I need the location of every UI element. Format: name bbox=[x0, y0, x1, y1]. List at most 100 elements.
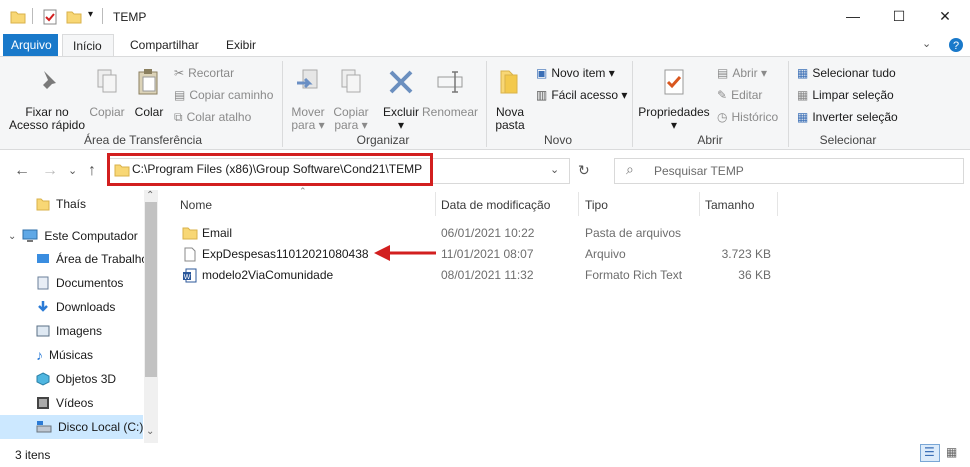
open-label: Abrir ▾ bbox=[732, 66, 768, 80]
refresh-icon[interactable]: ↻ bbox=[578, 162, 590, 179]
column-divider[interactable] bbox=[777, 192, 778, 216]
address-row: ← → ⌄ ↑ C:\Program Files (x86)\Group Sof… bbox=[0, 150, 970, 190]
recent-dropdown-icon[interactable]: ⌄ bbox=[68, 164, 77, 177]
copy-path-button[interactable]: ▤ Copiar caminho bbox=[174, 85, 273, 105]
properties-label: Propriedades ▾ bbox=[638, 105, 710, 132]
scroll-down-icon[interactable]: ⌄ bbox=[146, 426, 154, 437]
copy-to-button[interactable]: Copiar para ▾ bbox=[330, 67, 372, 132]
annotation-arrow bbox=[374, 245, 436, 261]
new-item-button[interactable]: ▣ Novo item ▾ bbox=[536, 63, 615, 83]
paste-button[interactable]: Colar bbox=[130, 67, 168, 119]
address-highlight-box bbox=[107, 153, 433, 186]
copy-button[interactable]: Copiar bbox=[88, 67, 126, 119]
select-none-button[interactable]: ▦ Limpar seleção bbox=[797, 85, 894, 105]
column-divider[interactable] bbox=[699, 192, 700, 216]
new-folder-icon bbox=[500, 70, 518, 94]
group-label-clipboard: Área de Transferência bbox=[83, 133, 203, 147]
up-arrow-icon[interactable]: ↑ bbox=[88, 162, 96, 180]
divider bbox=[102, 8, 103, 24]
invert-selection-icon: ▦ bbox=[797, 110, 809, 124]
nav-item-thais[interactable]: Thaís bbox=[36, 192, 86, 216]
maximize-button[interactable]: ☐ bbox=[876, 0, 922, 32]
large-icons-view-icon[interactable]: ▦ bbox=[946, 445, 957, 459]
cut-button[interactable]: ✂ Recortar bbox=[174, 63, 234, 83]
address-dropdown-icon[interactable]: ⌄ bbox=[550, 163, 559, 176]
column-header-name[interactable]: Nome bbox=[180, 198, 212, 212]
move-to-label: Mover para ▾ bbox=[291, 105, 325, 132]
column-divider[interactable] bbox=[578, 192, 579, 216]
properties-button[interactable]: Propriedades ▾ bbox=[636, 67, 712, 132]
svg-text:W: W bbox=[184, 274, 191, 281]
group-divider bbox=[282, 61, 283, 147]
paste-shortcut-button[interactable]: ⧉ Colar atalho bbox=[174, 107, 251, 127]
forward-arrow-icon[interactable]: → bbox=[42, 162, 58, 180]
nav-item-disco-local[interactable]: Disco Local (C:) bbox=[36, 415, 143, 439]
open-button[interactable]: ▤ Abrir ▾ bbox=[717, 63, 767, 83]
column-header-type[interactable]: Tipo bbox=[585, 198, 608, 212]
file-row[interactable]: Email 06/01/2021 10:22 Pasta de arquivos bbox=[0, 226, 970, 247]
delete-button[interactable]: Excluir ▾ bbox=[380, 67, 422, 132]
copy-path-label: Copiar caminho bbox=[189, 88, 274, 102]
nav-label: Disco Local (C:) bbox=[58, 420, 144, 434]
copy-to-label: Copiar para ▾ bbox=[333, 105, 369, 132]
objects3d-icon bbox=[36, 372, 50, 386]
file-row[interactable]: ExpDespesas11012021080438 11/01/2021 08:… bbox=[0, 247, 970, 268]
help-icon[interactable]: ? bbox=[948, 37, 964, 53]
select-all-button[interactable]: ▦ Selecionar tudo bbox=[797, 63, 896, 83]
collapse-ribbon-icon[interactable]: ⌄ bbox=[922, 37, 931, 50]
nav-label: Imagens bbox=[56, 324, 103, 338]
file-type: Pasta de arquivos bbox=[585, 226, 682, 240]
open-icon: ▤ bbox=[717, 66, 729, 80]
new-folder-label: Nova pasta bbox=[495, 105, 525, 132]
scissors-icon: ✂ bbox=[174, 66, 185, 80]
file-name: Email bbox=[202, 226, 233, 240]
nav-item-videos[interactable]: Vídeos bbox=[36, 391, 93, 415]
folder-icon bbox=[10, 11, 26, 24]
new-item-label: Novo item ▾ bbox=[551, 66, 615, 80]
group-label-organize: Organizar bbox=[356, 133, 410, 147]
svg-text:?: ? bbox=[953, 40, 959, 52]
column-header-date[interactable]: Data de modificação bbox=[441, 198, 550, 212]
rename-button[interactable]: Renomear bbox=[422, 67, 478, 119]
edit-button[interactable]: ✎ Editar bbox=[717, 85, 762, 105]
history-button[interactable]: ◷ Histórico bbox=[717, 107, 778, 127]
tab-arquivo[interactable]: Arquivo bbox=[3, 34, 58, 56]
column-header-size[interactable]: Tamanho bbox=[705, 198, 754, 212]
videos-icon bbox=[37, 397, 49, 409]
group-divider bbox=[486, 61, 487, 147]
close-button[interactable]: ✕ bbox=[922, 0, 968, 32]
select-all-label: Selecionar tudo bbox=[812, 66, 896, 80]
back-arrow-icon[interactable]: ← bbox=[14, 162, 30, 180]
column-divider[interactable] bbox=[435, 192, 436, 216]
group-label-open: Abrir bbox=[697, 133, 723, 147]
properties-icon[interactable] bbox=[42, 9, 58, 25]
divider bbox=[32, 8, 33, 24]
new-folder-button[interactable]: Nova pasta bbox=[490, 67, 530, 132]
nav-item-imagens[interactable]: Imagens bbox=[36, 319, 102, 343]
easy-access-button[interactable]: ▥ Fácil acesso ▾ bbox=[536, 85, 627, 105]
group-divider bbox=[788, 61, 789, 147]
pictures-icon bbox=[36, 325, 50, 337]
new-folder-icon[interactable] bbox=[66, 9, 82, 25]
tab-inicio[interactable]: Início bbox=[62, 34, 114, 57]
nav-item-downloads[interactable]: Downloads bbox=[36, 295, 115, 319]
folder-icon bbox=[182, 227, 198, 240]
copy-path-icon: ▤ bbox=[174, 88, 186, 102]
file-row[interactable]: W modelo2ViaComunidade 08/01/2021 11:32 … bbox=[0, 268, 970, 289]
scroll-up-icon[interactable]: ⌃ bbox=[146, 190, 154, 201]
minimize-button[interactable]: — bbox=[830, 0, 876, 32]
history-label: Histórico bbox=[731, 110, 779, 124]
nav-item-musicas[interactable]: ♪ Músicas bbox=[36, 343, 93, 367]
paste-shortcut-label: Colar atalho bbox=[186, 110, 252, 124]
tab-compartilhar[interactable]: Compartilhar bbox=[120, 34, 209, 56]
move-to-button[interactable]: Mover para ▾ bbox=[288, 67, 328, 132]
quick-access-dropdown[interactable]: ▾ bbox=[88, 9, 93, 20]
file-date: 06/01/2021 10:22 bbox=[441, 226, 535, 240]
pin-quick-access-button[interactable]: Fixar no Acesso rápido bbox=[8, 67, 86, 132]
file-size: 3.723 KB bbox=[721, 247, 771, 261]
edit-label: Editar bbox=[731, 88, 763, 102]
nav-item-objetos-3d[interactable]: Objetos 3D bbox=[36, 367, 116, 391]
invert-selection-button[interactable]: ▦ Inverter seleção bbox=[797, 107, 898, 127]
tab-exibir[interactable]: Exibir bbox=[216, 34, 266, 56]
drive-icon bbox=[36, 421, 52, 433]
